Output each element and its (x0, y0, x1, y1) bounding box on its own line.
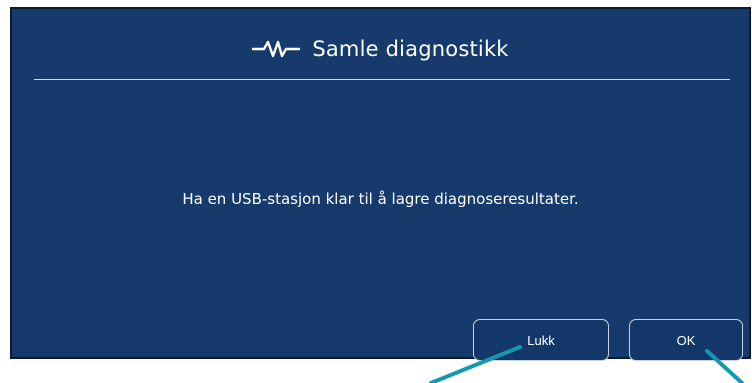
ok-button[interactable]: OK (629, 319, 743, 361)
close-button[interactable]: Lukk (473, 319, 609, 361)
dialog-title: Samle diagnostikk (312, 37, 509, 61)
dialog-message: Ha en USB-stasjon klar til å lagre diagn… (182, 190, 579, 208)
screen: Samle diagnostikk Ha en USB-stasjon klar… (0, 0, 752, 383)
diagnostics-dialog: Samle diagnostikk Ha en USB-stasjon klar… (10, 7, 751, 361)
pulse-icon (252, 40, 301, 58)
dialog-header: Samle diagnostikk (12, 35, 749, 63)
title-divider (34, 79, 730, 80)
